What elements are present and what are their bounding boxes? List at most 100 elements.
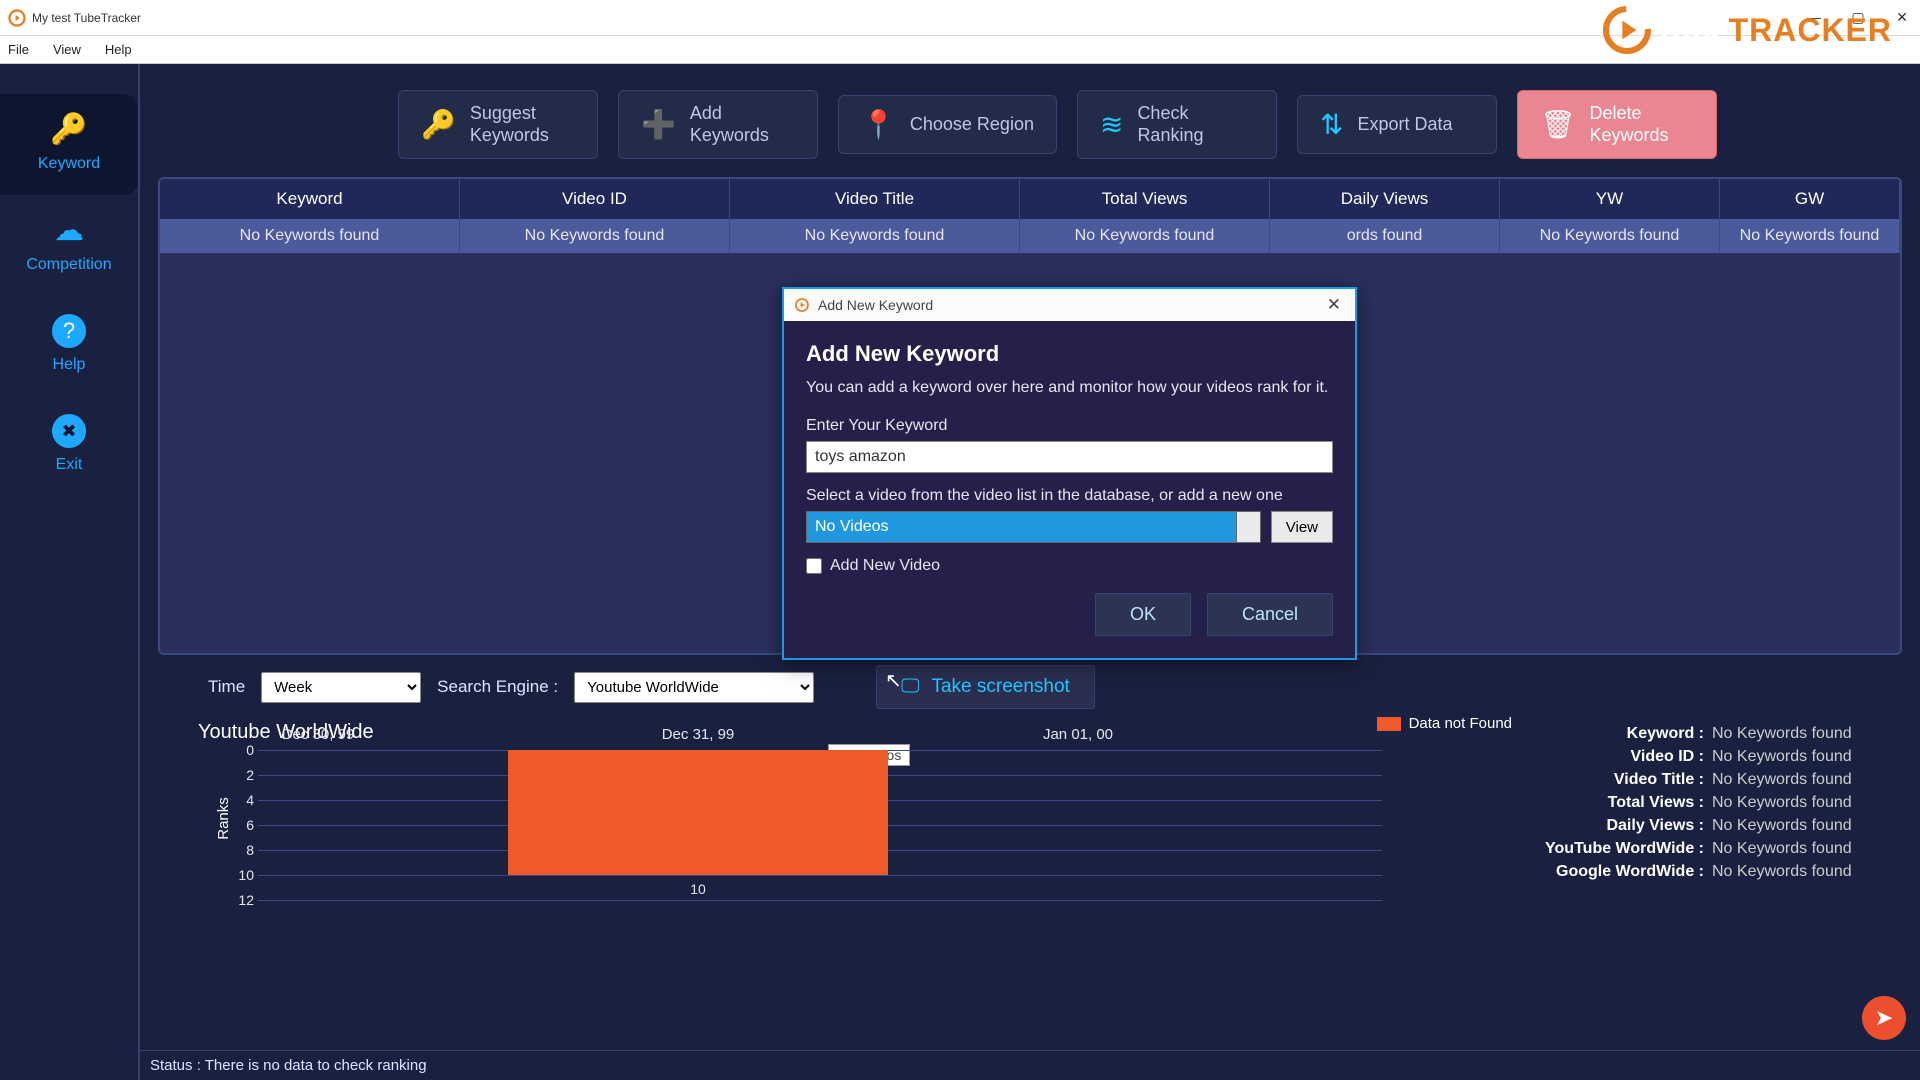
search-engine-select[interactable]: Youtube WorldWide xyxy=(574,672,814,703)
sidebar-item-keyword[interactable]: 🔑 Keyword xyxy=(0,94,138,195)
ytick: 0 xyxy=(226,742,254,758)
legend-label: Data not Found xyxy=(1409,715,1512,732)
location-icon: 📍 xyxy=(861,108,896,141)
chart-bar xyxy=(508,750,888,875)
view-button[interactable]: View xyxy=(1271,511,1333,543)
td: No Keywords found xyxy=(1720,219,1900,253)
th-video-title[interactable]: Video Title xyxy=(730,179,1020,219)
app-badge-icon: ➤ xyxy=(1862,996,1906,1040)
chevron-down-icon[interactable]: ▼ xyxy=(1237,511,1261,543)
th-video-id[interactable]: Video ID xyxy=(460,179,730,219)
engine-label: Search Engine : xyxy=(437,677,558,697)
toolbar-label: Add Keywords xyxy=(690,103,769,146)
dialog-title: Add New Keyword xyxy=(818,297,1323,313)
sidebar-item-label: Competition xyxy=(26,256,111,274)
suggest-keywords-button[interactable]: 🔑 Suggest Keywords xyxy=(398,90,598,159)
ytick: 10 xyxy=(226,867,254,883)
td: No Keywords found xyxy=(730,219,1020,253)
menu-view[interactable]: View xyxy=(53,42,81,57)
info-row: Video ID : No Keywords found xyxy=(1532,748,1882,766)
ytick: 6 xyxy=(226,817,254,833)
th-total-views[interactable]: Total Views xyxy=(1020,179,1270,219)
table-row[interactable]: No Keywords found No Keywords found No K… xyxy=(160,219,1900,253)
toolbar-label: Delete Keywords xyxy=(1590,103,1669,146)
choose-region-button[interactable]: 📍 Choose Region xyxy=(838,95,1057,154)
plus-icon: ➕ xyxy=(641,108,676,141)
trash-icon: 🗑 xyxy=(1540,108,1576,141)
toolbar: 🔑 Suggest Keywords ➕ Add Keywords 📍 Choo… xyxy=(398,90,1902,159)
menubar: File View Help xyxy=(0,36,1920,64)
info-row: Keyword :No Keywords found xyxy=(1532,725,1882,743)
th-gw[interactable]: GW xyxy=(1720,179,1900,219)
info-label: Keyword : xyxy=(1627,725,1704,743)
info-value: No Keywords found xyxy=(1712,794,1882,812)
rank-chart: Youtube WorldWide Data not Found Ranks N… xyxy=(158,715,1512,940)
info-value: No Keywords found xyxy=(1712,863,1882,881)
info-value: No Keywords found xyxy=(1712,840,1882,858)
toolbar-label: Check Ranking xyxy=(1137,103,1203,146)
keyword-input[interactable] xyxy=(806,441,1333,473)
status-bar: Status : There is no data to check ranki… xyxy=(140,1050,1920,1080)
info-value: No Keywords found xyxy=(1712,748,1882,766)
sidebar-item-competition[interactable]: ☁ Competition xyxy=(0,195,138,296)
info-label: YouTube WordWide : xyxy=(1545,840,1704,858)
info-panel: Keyword :No Keywords foundVideo ID :No K… xyxy=(1532,715,1902,940)
sidebar-item-label: Keyword xyxy=(38,155,100,173)
time-select[interactable]: Week xyxy=(261,672,421,703)
export-data-button[interactable]: ⇅ Export Data xyxy=(1297,95,1497,154)
xtick: Jan 01, 00 xyxy=(1043,726,1113,932)
info-row: Video Title :No Keywords found xyxy=(1532,771,1882,789)
checkbox-label: Add New Video xyxy=(830,557,940,575)
dialog-heading: Add New Keyword xyxy=(806,341,1333,367)
toolbar-label: Choose Region xyxy=(910,114,1034,136)
th-yw[interactable]: YW xyxy=(1500,179,1720,219)
dialog-app-icon xyxy=(794,297,810,313)
ytick: 2 xyxy=(226,767,254,783)
key-icon: 🔑 xyxy=(50,112,87,147)
td: ords found xyxy=(1270,219,1500,253)
window-close-icon[interactable]: ✕ xyxy=(1892,9,1912,26)
ranking-icon: ≋ xyxy=(1100,108,1123,141)
th-daily-views[interactable]: Daily Views xyxy=(1270,179,1500,219)
sidebar-item-help[interactable]: ? Help xyxy=(0,296,138,396)
th-keyword[interactable]: Keyword xyxy=(160,179,460,219)
menu-help[interactable]: Help xyxy=(105,42,132,57)
gridline xyxy=(258,900,1382,901)
window-titlebar: My test TubeTracker — ▢ ✕ xyxy=(0,0,1920,36)
data-label: 10 xyxy=(690,881,706,897)
take-screenshot-button[interactable]: 🖵 Take screenshot xyxy=(876,665,1095,709)
sidebar: 🔑 Keyword ☁ Competition ? Help ✖ Exit xyxy=(0,64,140,1080)
app-icon xyxy=(8,9,26,27)
dialog-description: You can add a keyword over here and moni… xyxy=(806,377,1333,399)
toolbar-label: Export Data xyxy=(1357,114,1452,136)
monitor-icon: 🖵 xyxy=(901,676,919,698)
export-icon: ⇅ xyxy=(1320,108,1343,141)
video-select-label: Select a video from the video list in th… xyxy=(806,487,1333,505)
info-label: Video ID : xyxy=(1631,748,1705,766)
sidebar-item-exit[interactable]: ✖ Exit xyxy=(0,396,138,496)
info-row: Daily Views :No Keywords found xyxy=(1532,817,1882,835)
table-header: Keyword Video ID Video Title Total Views… xyxy=(160,179,1900,219)
checkbox-input[interactable] xyxy=(806,558,822,574)
ok-button[interactable]: OK xyxy=(1095,593,1191,636)
dialog-titlebar[interactable]: Add New Keyword ✕ xyxy=(784,289,1355,321)
menu-file[interactable]: File xyxy=(8,42,29,57)
video-select[interactable]: No Videos ▼ xyxy=(806,511,1261,543)
help-icon: ? xyxy=(52,314,86,348)
check-ranking-button[interactable]: ≋ Check Ranking xyxy=(1077,90,1277,159)
add-keywords-button[interactable]: ➕ Add Keywords xyxy=(618,90,818,159)
td: No Keywords found xyxy=(1020,219,1270,253)
window-maximize-icon[interactable]: ▢ xyxy=(1848,9,1868,26)
info-row: YouTube WordWide : No Keywords found xyxy=(1532,840,1882,858)
delete-keywords-button[interactable]: 🗑 Delete Keywords xyxy=(1517,90,1717,159)
sidebar-item-label: Help xyxy=(53,356,86,374)
td: No Keywords found xyxy=(1500,219,1720,253)
add-new-video-checkbox[interactable]: Add New Video xyxy=(806,557,1333,575)
dialog-close-icon[interactable]: ✕ xyxy=(1323,295,1345,315)
info-label: Total Views : xyxy=(1608,794,1704,812)
legend-swatch xyxy=(1377,717,1401,731)
cancel-button[interactable]: Cancel xyxy=(1207,593,1333,636)
info-row: Google WordWide :No Keywords found xyxy=(1532,863,1882,881)
window-minimize-icon[interactable]: — xyxy=(1804,9,1824,26)
ytick: 8 xyxy=(226,842,254,858)
